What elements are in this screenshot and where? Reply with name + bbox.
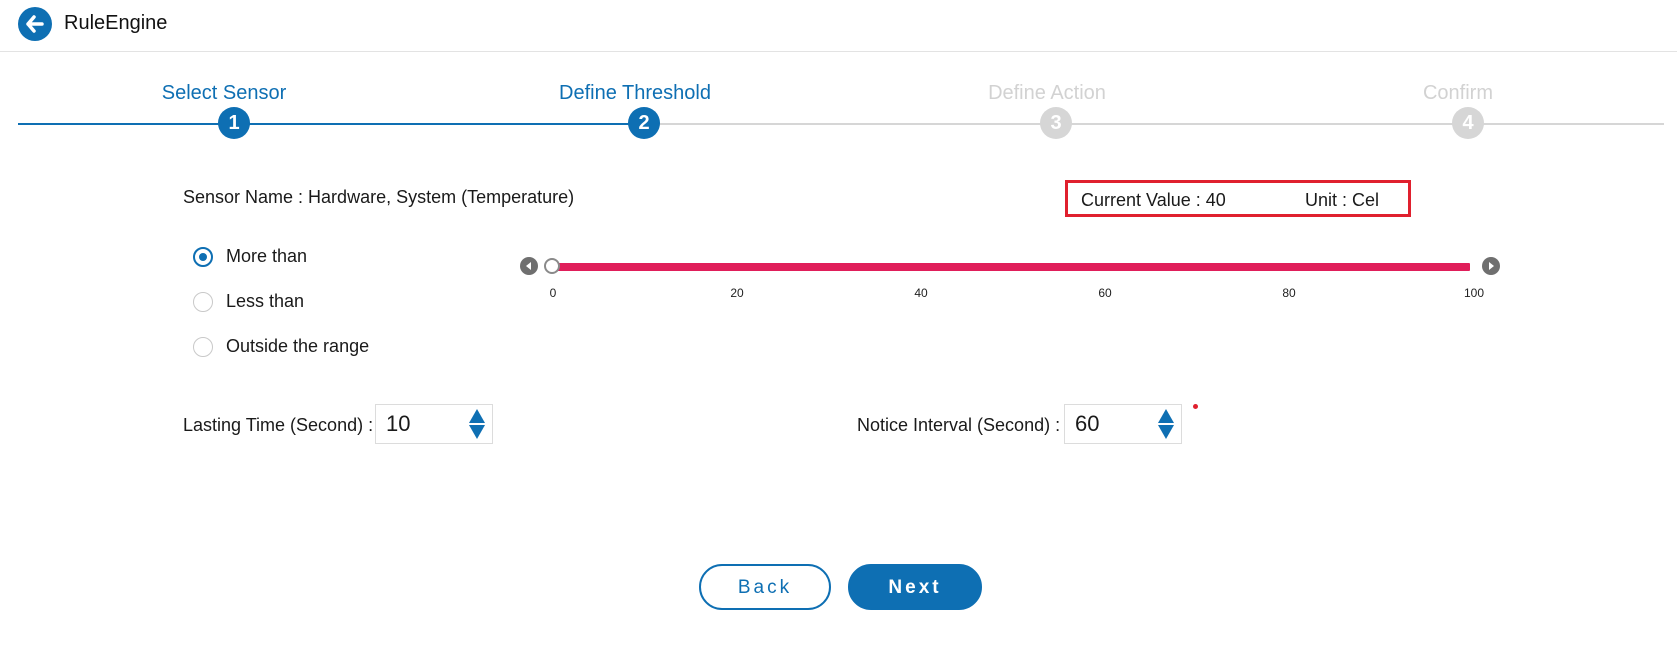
lasting-time-value[interactable]: 10 xyxy=(386,411,410,437)
step-number-4: 4 xyxy=(1452,107,1484,139)
step-define-action: Define Action xyxy=(937,80,1157,106)
app-header: RuleEngine xyxy=(0,0,1677,52)
current-value-box: Current Value : 40 Unit : Cel xyxy=(1065,180,1411,217)
next-button[interactable]: Next xyxy=(848,564,982,610)
app-title: RuleEngine xyxy=(64,12,168,34)
sensor-name: Sensor Name : Hardware, System (Temperat… xyxy=(183,187,575,207)
step-label: Define Threshold xyxy=(559,82,711,104)
step-define-threshold: Define Threshold xyxy=(525,80,745,106)
current-value: Current Value : 40 xyxy=(1081,190,1226,210)
slider-track[interactable] xyxy=(552,263,1470,271)
step-number-1: 1 xyxy=(218,107,250,139)
notice-interval-value[interactable]: 60 xyxy=(1075,411,1099,437)
back-button[interactable]: Back xyxy=(699,564,831,610)
required-indicator xyxy=(1193,404,1198,409)
slider-thumb[interactable] xyxy=(544,258,560,274)
slider-left-arrow-icon[interactable] xyxy=(520,257,538,275)
step-number-3: 3 xyxy=(1040,107,1072,139)
spin-down-icon[interactable] xyxy=(468,424,486,440)
notice-interval-stepper[interactable]: 60 xyxy=(1064,404,1182,444)
spin-down-icon[interactable] xyxy=(1157,424,1175,440)
radio-label: Outside the range xyxy=(226,336,370,356)
slider-tick-label: 60 xyxy=(1098,286,1112,300)
radio-label: Less than xyxy=(226,291,305,311)
radio-label: More than xyxy=(226,246,308,266)
spin-up-icon[interactable] xyxy=(1157,408,1175,424)
stepper-remaining-line xyxy=(644,123,1664,125)
slider-tick-label: 100 xyxy=(1463,286,1485,300)
notice-interval-label: Notice Interval (Second) : xyxy=(857,415,1061,435)
step-confirm: Confirm xyxy=(1348,80,1568,106)
step-label: Confirm xyxy=(1422,82,1493,104)
step-number-2: 2 xyxy=(628,107,660,139)
unit-value: Unit : Cel xyxy=(1305,190,1380,210)
radio-button[interactable] xyxy=(193,247,213,267)
threshold-slider[interactable]: 0 20 40 60 80 100 xyxy=(518,256,1503,306)
slider-tick-label: 0 xyxy=(549,286,557,300)
stepper-progress-line xyxy=(18,123,644,125)
lasting-time-label: Lasting Time (Second) : xyxy=(183,415,374,435)
slider-tick-label: 40 xyxy=(914,286,928,300)
spin-up-icon[interactable] xyxy=(468,408,486,424)
slider-tick-label: 20 xyxy=(730,286,744,300)
radio-button[interactable] xyxy=(193,292,213,312)
radio-button[interactable] xyxy=(193,337,213,357)
step-label: Select Sensor xyxy=(161,82,287,104)
step-label: Define Action xyxy=(988,82,1106,104)
back-arrow-icon[interactable] xyxy=(18,7,52,41)
lasting-time-stepper[interactable]: 10 xyxy=(375,404,493,444)
slider-right-arrow-icon[interactable] xyxy=(1482,257,1500,275)
step-select-sensor: Select Sensor xyxy=(114,80,334,106)
slider-tick-label: 80 xyxy=(1282,286,1296,300)
